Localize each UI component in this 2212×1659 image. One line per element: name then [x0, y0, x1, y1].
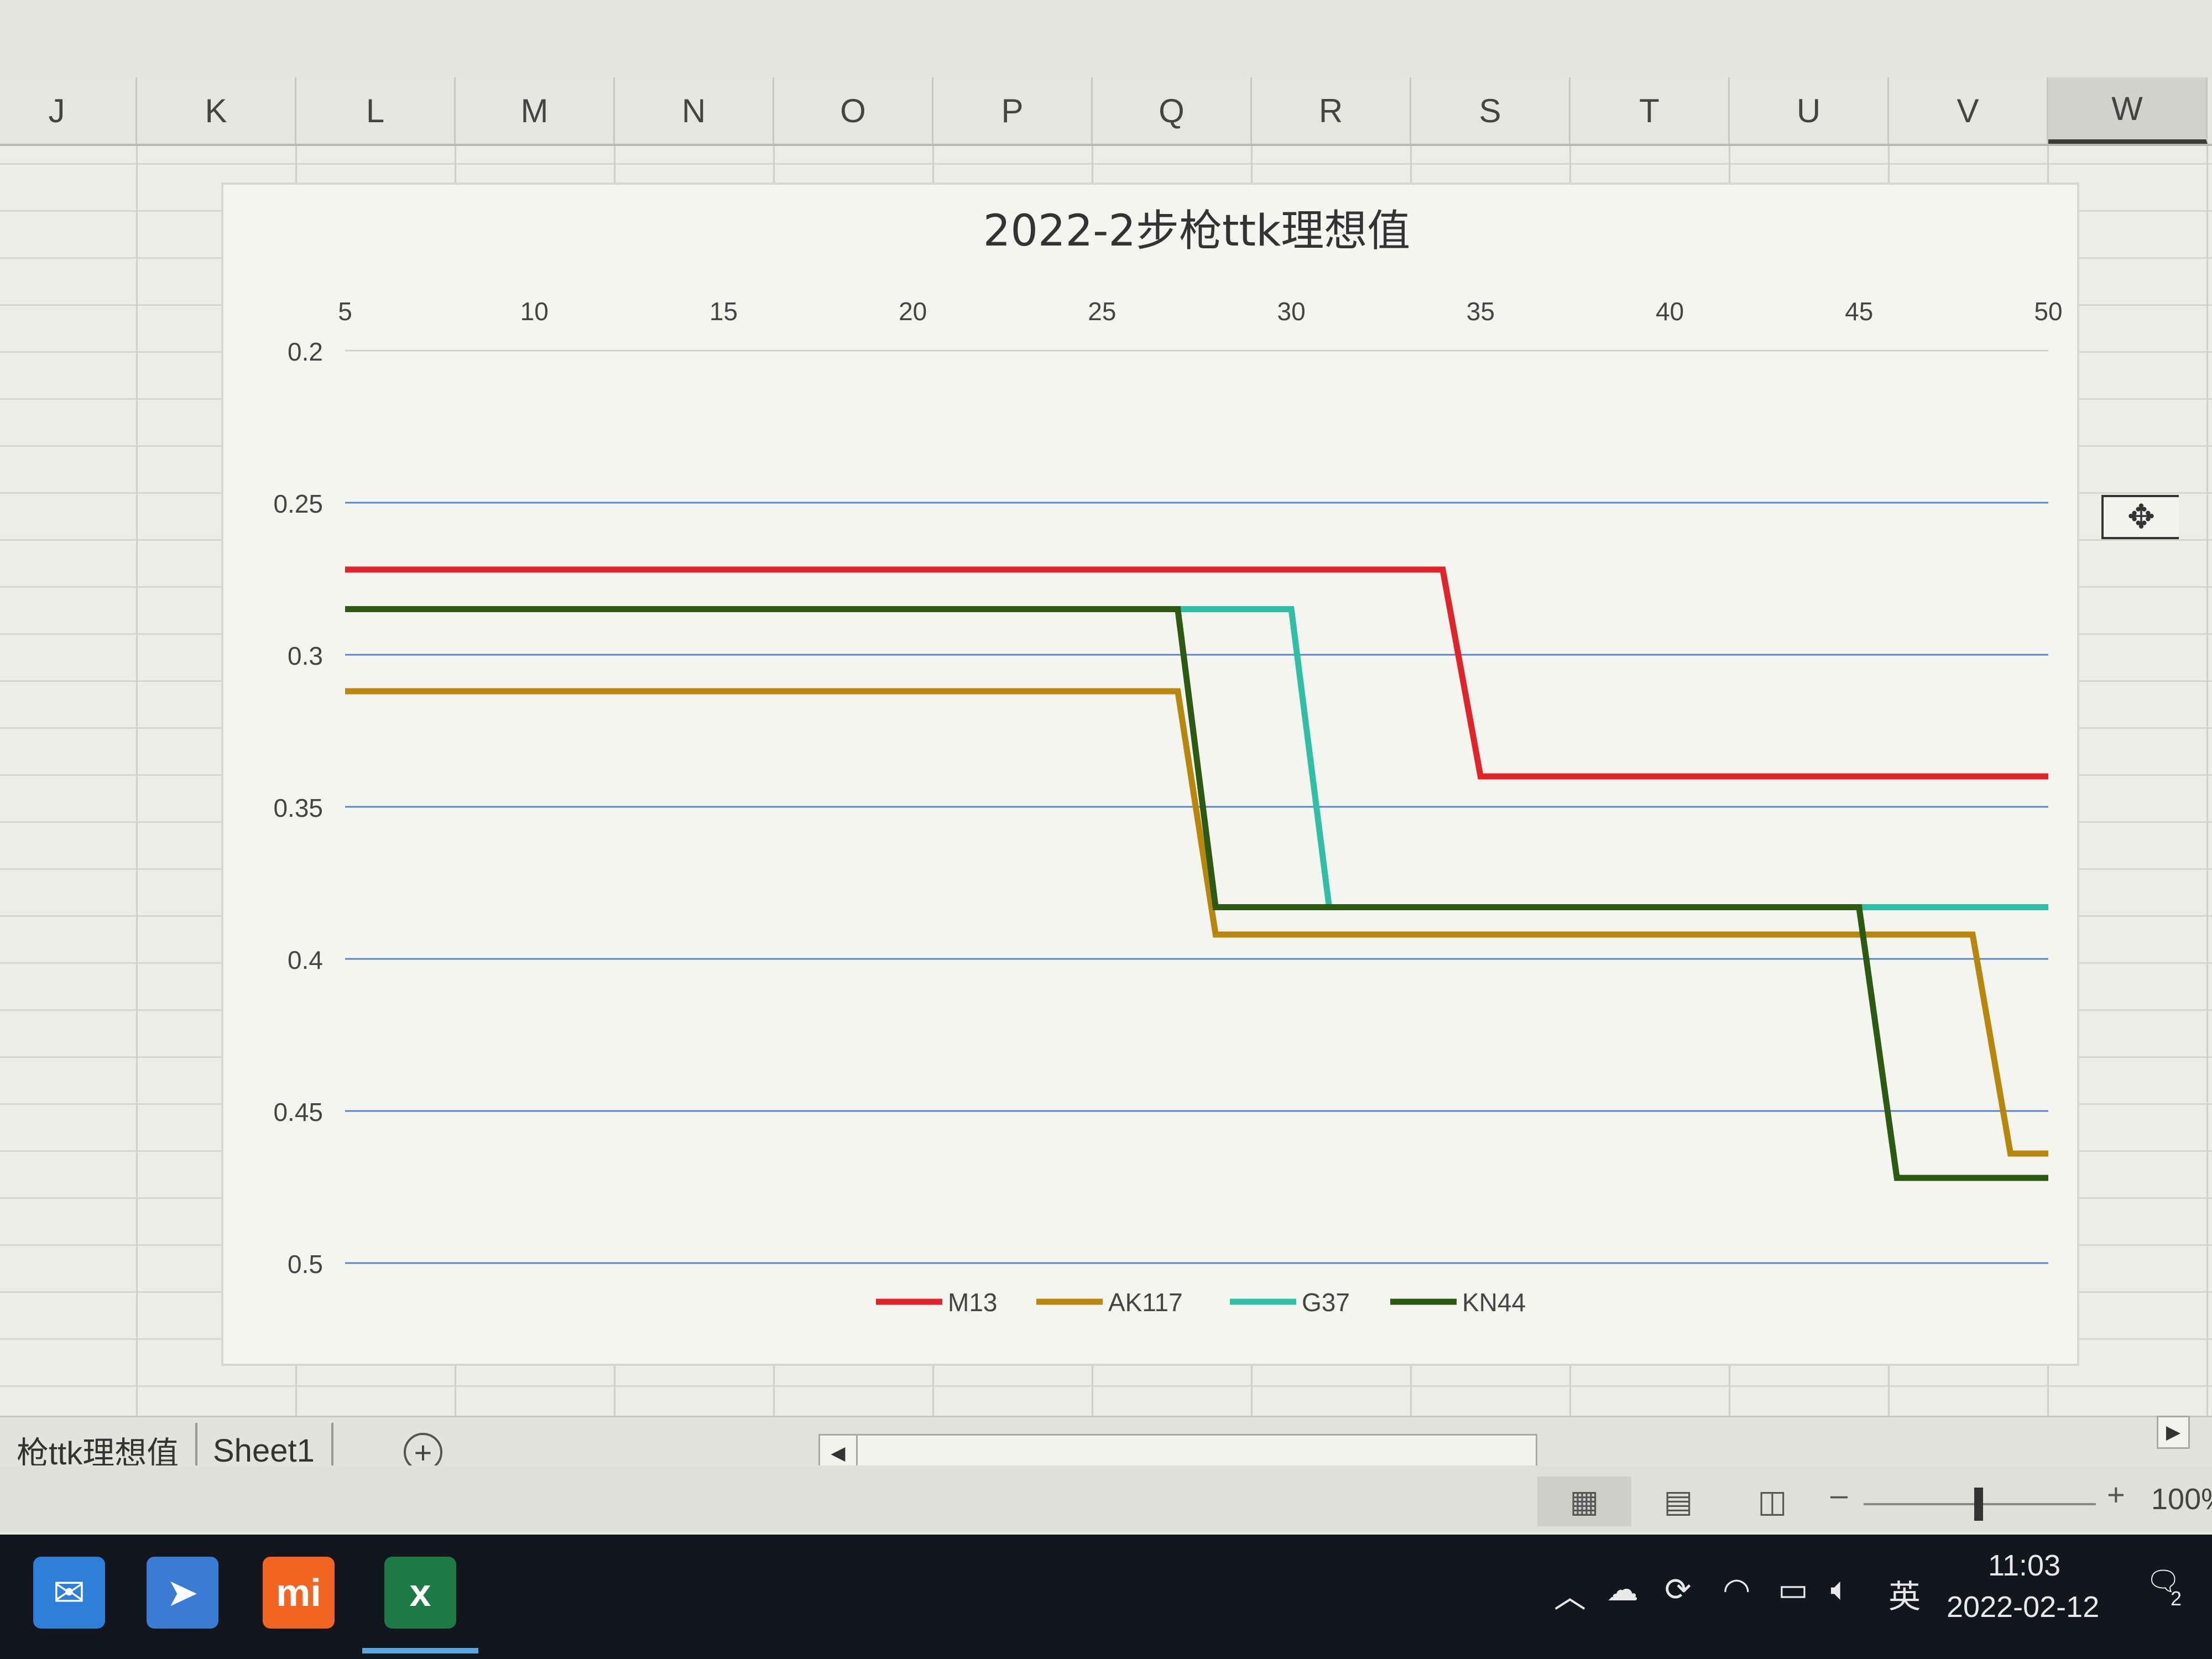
wifi-icon[interactable]: ◠ — [1723, 1571, 1751, 1608]
legend-label-ak117: AK117 — [1108, 1288, 1183, 1317]
zoom-level[interactable]: 100% — [2151, 1482, 2212, 1516]
line-chart: 2022-2步枪ttk理想值 0.2 0.25 0.3 0.35 0.4 0.45 0.5 5 1… — [273, 206, 2062, 1317]
column-header-Q[interactable]: Q — [1093, 77, 1252, 144]
column-header-M[interactable]: M — [456, 77, 615, 144]
y-tick-label-0.3: 0.3 — [288, 641, 323, 670]
column-header-K[interactable]: K — [137, 77, 296, 144]
ribbon-area — [0, 0, 2212, 79]
column-header-T[interactable]: T — [1571, 77, 1730, 144]
battery-icon[interactable]: ▭ — [1778, 1571, 1808, 1608]
volume-icon[interactable]: 🔈︎ — [1830, 1571, 1850, 1608]
x-tick-label-45: 45 — [1845, 297, 1873, 326]
column-header-W[interactable]: W — [2048, 77, 2208, 144]
excel-icon[interactable]: x — [384, 1557, 456, 1629]
sync-icon[interactable]: ⟳ — [1665, 1571, 1692, 1608]
x-tick-label-25: 25 — [1088, 297, 1116, 326]
normal-view-button[interactable]: ▦ — [1537, 1477, 1631, 1526]
y-tick-label-0.5: 0.5 — [288, 1250, 323, 1279]
x-tick-label-35: 35 — [1467, 297, 1495, 326]
column-header-N[interactable]: N — [615, 77, 774, 144]
column-header-bar: JKLMNOPQRSTUVW — [0, 77, 2212, 146]
legend-label-g37: G37 — [1302, 1288, 1350, 1317]
y-tick-label-0.2: 0.2 — [288, 337, 323, 366]
y-tick-label-0.45: 0.45 — [273, 1098, 323, 1126]
zoom-in-button[interactable]: + — [2107, 1477, 2125, 1512]
grid-view-icon: ▦ — [1569, 1484, 1599, 1519]
x-tick-label-20: 20 — [899, 297, 927, 326]
scroll-right-icon[interactable]: ▶ — [2157, 1416, 2190, 1449]
column-header-U[interactable]: U — [1730, 77, 1889, 144]
zoom-out-button[interactable]: – — [1830, 1477, 1848, 1512]
page-layout-icon: ▤ — [1663, 1484, 1693, 1519]
chart-area[interactable]: 2022-2步枪ttk理想值 0.2 0.25 0.3 0.35 0.4 0.45 0.5 5 1… — [221, 182, 2079, 1366]
page-break-view-button[interactable]: ◫ — [1725, 1477, 1819, 1526]
column-header-V[interactable]: V — [1889, 77, 2048, 144]
notification-icon[interactable]: 🗨︎ — [2146, 1565, 2190, 1609]
mail-icon[interactable]: ✉ — [33, 1557, 105, 1629]
chart-layout-options-button[interactable]: ✥ — [2101, 495, 2179, 539]
feishu-icon[interactable]: ➤ — [147, 1557, 218, 1629]
status-bar: ▦ ▤ ◫ – + 100% — [0, 1465, 2212, 1532]
x-tick-label-30: 30 — [1277, 297, 1306, 326]
column-header-O[interactable]: O — [774, 77, 933, 144]
column-header-S[interactable]: S — [1411, 77, 1571, 144]
column-header-P[interactable]: P — [933, 77, 1093, 144]
layout-icon: ✥ — [2127, 498, 2156, 535]
legend-label-kn44: KN44 — [1462, 1288, 1526, 1317]
x-tick-label-5: 5 — [338, 297, 352, 326]
series-line-kn44 — [345, 606, 2048, 1181]
ime-indicator[interactable]: 英 — [1888, 1571, 1921, 1617]
y-tick-label-0.4: 0.4 — [288, 946, 323, 974]
column-header-R[interactable]: R — [1252, 77, 1411, 144]
page-layout-view-button[interactable]: ▤ — [1631, 1477, 1725, 1526]
column-header-L[interactable]: L — [296, 77, 456, 144]
x-tick-label-10: 10 — [520, 297, 549, 326]
x-tick-label-15: 15 — [709, 297, 738, 326]
plus-icon: + — [414, 1434, 432, 1470]
active-app-indicator — [362, 1648, 478, 1653]
column-header-J[interactable]: J — [0, 77, 137, 144]
x-tick-label-50: 50 — [2034, 297, 2062, 326]
zoom-slider-thumb[interactable] — [1974, 1488, 1983, 1521]
cloud-icon[interactable]: ☁ — [1606, 1571, 1639, 1608]
clock-time[interactable]: 11:03 — [1988, 1548, 2060, 1583]
mi-icon[interactable]: mi — [263, 1557, 335, 1629]
page-break-icon: ◫ — [1757, 1484, 1787, 1519]
y-tick-label-0.35: 0.35 — [273, 794, 323, 822]
chevron-up-icon[interactable]: ︿ — [1554, 1571, 1586, 1617]
y-tick-label-0.25: 0.25 — [273, 489, 323, 518]
clock-date[interactable]: 2022-02-12 — [1947, 1590, 2099, 1624]
x-tick-label-40: 40 — [1656, 297, 1684, 326]
taskbar: ✉ ➤ mi x ︿ ☁ ⟳ ◠ ▭ 🔈︎ 英 11:03 2022-02-12… — [0, 1535, 2212, 1659]
chart-title: 2022-2步枪ttk理想值 — [983, 206, 1411, 256]
legend-label-m13: M13 — [948, 1288, 997, 1317]
notification-count: 2 — [2171, 1587, 2182, 1610]
